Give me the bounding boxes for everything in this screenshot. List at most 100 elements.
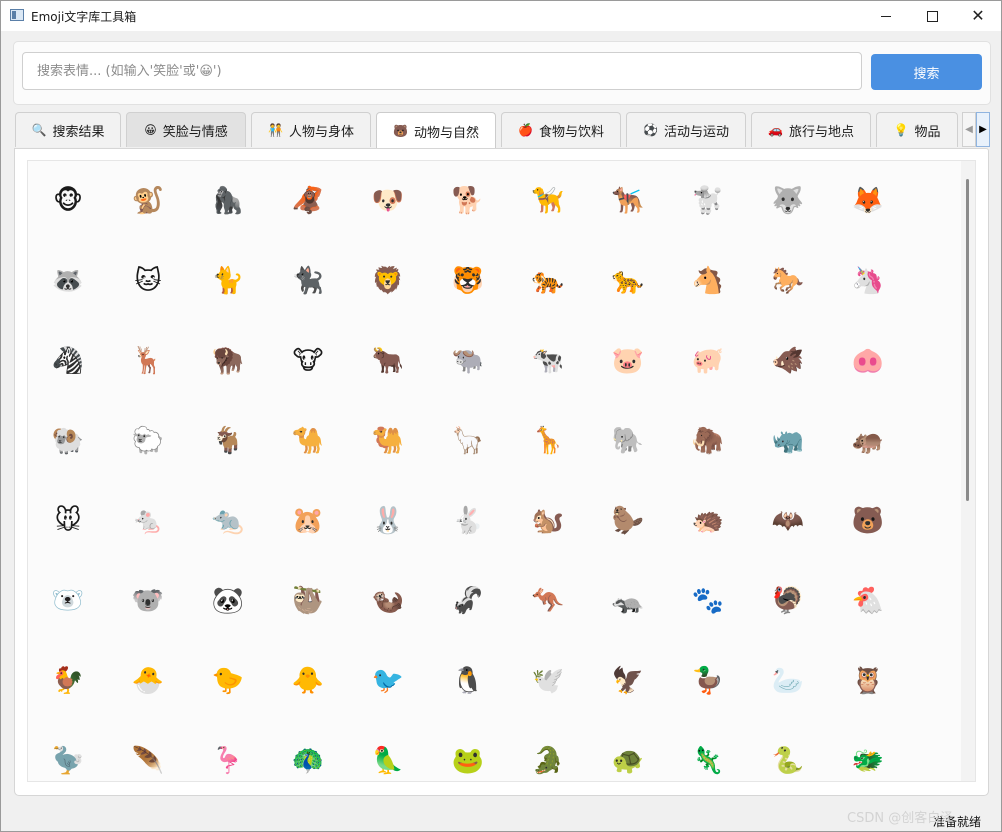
emoji-cell[interactable]: 🦧 xyxy=(268,161,348,241)
emoji-cell[interactable]: 🦫 xyxy=(588,481,668,561)
emoji-cell[interactable]: 🦛 xyxy=(828,401,908,481)
emoji-cell[interactable]: 🐣 xyxy=(108,641,188,721)
emoji-cell[interactable]: 🐩 xyxy=(668,161,748,241)
tab-objects[interactable]: 💡 物品 xyxy=(876,112,958,147)
title-bar[interactable]: Emoji文字库工具箱 ✕ xyxy=(1,1,1001,31)
emoji-cell[interactable]: 🐦 xyxy=(348,641,428,721)
emoji-cell[interactable]: 🐽 xyxy=(828,321,908,401)
emoji-cell[interactable]: 🐧 xyxy=(428,641,508,721)
emoji-cell[interactable]: 🐼 xyxy=(188,561,268,641)
emoji-cell[interactable]: 🦏 xyxy=(748,401,828,481)
emoji-cell[interactable]: 🐱 xyxy=(108,241,188,321)
emoji-cell[interactable]: 🦄 xyxy=(828,241,908,321)
emoji-cell[interactable]: 🐕 xyxy=(428,161,508,241)
emoji-cell[interactable]: 🐁 xyxy=(108,481,188,561)
tab-search-results[interactable]: 🔍 搜索结果 xyxy=(15,112,121,147)
emoji-cell[interactable]: 🦝 xyxy=(28,241,108,321)
maximize-button[interactable] xyxy=(909,1,955,31)
emoji-cell[interactable]: 🦇 xyxy=(748,481,828,561)
emoji-cell[interactable]: 🦁 xyxy=(348,241,428,321)
emoji-cell[interactable]: 🐅 xyxy=(508,241,588,321)
emoji-cell[interactable]: 🐺 xyxy=(748,161,828,241)
emoji-cell[interactable]: 🐗 xyxy=(748,321,828,401)
emoji-cell[interactable]: 🐀 xyxy=(188,481,268,561)
emoji-cell[interactable]: 🦤 xyxy=(28,721,108,781)
emoji-cell[interactable]: 🦔 xyxy=(668,481,748,561)
search-button[interactable]: 搜索 xyxy=(871,54,982,90)
scrollbar-thumb[interactable] xyxy=(966,179,969,501)
emoji-cell[interactable]: 🦥 xyxy=(268,561,348,641)
emoji-cell[interactable]: 🐯 xyxy=(428,241,508,321)
emoji-cell[interactable]: 🐐 xyxy=(188,401,268,481)
emoji-cell[interactable]: 🐖 xyxy=(668,321,748,401)
emoji-cell[interactable]: 🐴 xyxy=(668,241,748,321)
emoji-cell[interactable]: 🐈 xyxy=(188,241,268,321)
search-input[interactable] xyxy=(22,52,862,90)
emoji-cell[interactable]: 🐪 xyxy=(268,401,348,481)
emoji-cell[interactable]: 🦜 xyxy=(348,721,428,781)
emoji-cell[interactable]: 🦨 xyxy=(428,561,508,641)
emoji-cell[interactable]: 🦙 xyxy=(428,401,508,481)
tab-people-body[interactable]: 🧑‍🤝‍🧑 人物与身体 xyxy=(251,112,371,147)
emoji-cell[interactable]: 🐒 xyxy=(108,161,188,241)
emoji-cell[interactable]: 🦦 xyxy=(348,561,428,641)
emoji-cell[interactable]: 🐸 xyxy=(428,721,508,781)
emoji-cell[interactable]: 🦣 xyxy=(668,401,748,481)
emoji-cell[interactable]: 🐄 xyxy=(508,321,588,401)
emoji-cell[interactable]: 🦉 xyxy=(828,641,908,721)
close-button[interactable]: ✕ xyxy=(955,1,1001,31)
emoji-cell[interactable]: 🦓 xyxy=(28,321,108,401)
emoji-cell[interactable]: 🦆 xyxy=(668,641,748,721)
emoji-cell[interactable]: 🐷 xyxy=(588,321,668,401)
emoji-cell[interactable]: 🐘 xyxy=(588,401,668,481)
emoji-cell[interactable]: 🐿️ xyxy=(508,481,588,561)
emoji-cell[interactable]: 🐎 xyxy=(748,241,828,321)
emoji-cell[interactable]: 🦬 xyxy=(188,321,268,401)
emoji-cell[interactable]: 🐨 xyxy=(108,561,188,641)
emoji-cell[interactable]: 🦘 xyxy=(508,561,588,641)
emoji-cell[interactable]: 🦊 xyxy=(828,161,908,241)
emoji-cell[interactable]: 🦅 xyxy=(588,641,668,721)
emoji-cell[interactable]: 🐑 xyxy=(108,401,188,481)
tab-animals-nature[interactable]: 🐻 动物与自然 xyxy=(376,112,496,149)
emoji-cell[interactable]: 🐫 xyxy=(348,401,428,481)
emoji-cell[interactable]: 🦢 xyxy=(748,641,828,721)
emoji-cell[interactable]: 🐓 xyxy=(28,641,108,721)
emoji-cell[interactable]: 🐶 xyxy=(348,161,428,241)
emoji-cell[interactable]: 🦍 xyxy=(188,161,268,241)
vertical-scrollbar[interactable] xyxy=(961,161,975,781)
emoji-cell[interactable]: 🪶 xyxy=(108,721,188,781)
emoji-cell[interactable]: 🐮 xyxy=(268,321,348,401)
emoji-cell[interactable]: 🦌 xyxy=(108,321,188,401)
emoji-cell[interactable]: 🐈‍⬛ xyxy=(268,241,348,321)
minimize-button[interactable] xyxy=(863,1,909,31)
emoji-cell[interactable]: 🐇 xyxy=(428,481,508,561)
emoji-cell[interactable]: 🐹 xyxy=(268,481,348,561)
emoji-cell[interactable]: 🐔 xyxy=(828,561,908,641)
emoji-cell[interactable]: 🦩 xyxy=(188,721,268,781)
emoji-cell[interactable]: 🐵 xyxy=(28,161,108,241)
emoji-cell[interactable]: 🦡 xyxy=(588,561,668,641)
tab-activities-sports[interactable]: ⚽ 活动与运动 xyxy=(626,112,746,147)
emoji-cell[interactable]: 🐤 xyxy=(188,641,268,721)
emoji-cell[interactable]: 🦎 xyxy=(668,721,748,781)
emoji-cell[interactable]: 🐊 xyxy=(508,721,588,781)
emoji-cell[interactable]: 🦚 xyxy=(268,721,348,781)
tab-scroll-right-button[interactable]: ▶ xyxy=(976,112,990,147)
emoji-cell[interactable]: 🐏 xyxy=(28,401,108,481)
emoji-cell[interactable]: 🕊️ xyxy=(508,641,588,721)
emoji-cell[interactable]: 🐰 xyxy=(348,481,428,561)
emoji-cell[interactable]: 🐢 xyxy=(588,721,668,781)
emoji-cell[interactable]: 🐆 xyxy=(588,241,668,321)
emoji-cell[interactable]: 🐥 xyxy=(268,641,348,721)
tab-scroll-left-button[interactable]: ◀ xyxy=(962,112,976,147)
emoji-cell[interactable]: 🐲 xyxy=(828,721,908,781)
emoji-cell[interactable]: 🦃 xyxy=(748,561,828,641)
emoji-cell[interactable]: 🐭 xyxy=(28,481,108,561)
tab-smileys-emotion[interactable]: 😀 笑脸与情感 xyxy=(126,112,246,147)
emoji-cell[interactable]: 🐂 xyxy=(348,321,428,401)
emoji-cell[interactable]: 🐍 xyxy=(748,721,828,781)
emoji-cell[interactable]: 🐃 xyxy=(428,321,508,401)
tab-food-drink[interactable]: 🍎 食物与饮料 xyxy=(501,112,621,147)
emoji-cell[interactable]: 🐻 xyxy=(828,481,908,561)
